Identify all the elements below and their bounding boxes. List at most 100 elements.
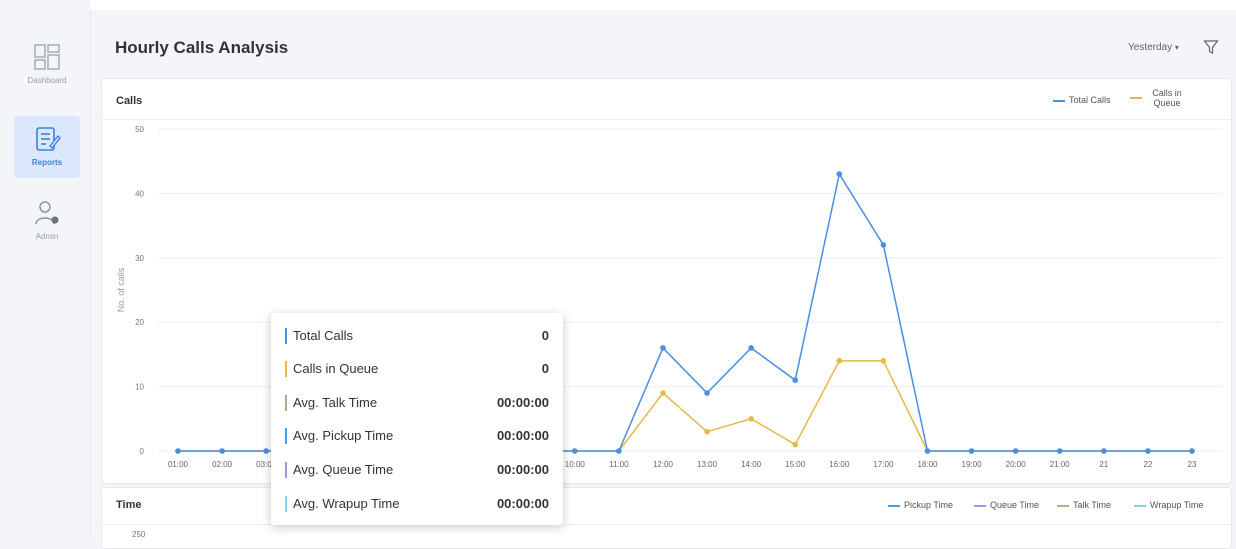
x-tick-label: 11:00 (609, 460, 629, 469)
data-point (924, 448, 931, 454)
y-tick-label: 50 (135, 125, 144, 134)
tooltip-swatch (285, 361, 287, 377)
tooltip-value: 00:00:00 (496, 395, 549, 410)
data-point (616, 448, 622, 454)
chart-tooltip: Total Calls 0 Calls in Queue 0 Avg. Talk… (271, 313, 563, 525)
sidebar: Dashboard Reports Admin (0, 0, 91, 537)
data-point (1189, 448, 1195, 454)
data-point (748, 416, 754, 422)
x-tick-label: 12:00 (653, 460, 674, 469)
data-point (792, 441, 799, 448)
legend-label: Talk Time (1073, 500, 1112, 510)
data-point (880, 242, 887, 248)
data-point (263, 448, 269, 454)
reports-icon (36, 127, 61, 151)
data-point (660, 345, 666, 351)
data-point (704, 428, 710, 435)
data-point (219, 448, 225, 454)
chevron-down-icon: ▾ (1174, 43, 1179, 52)
tooltip-label: Total Calls (293, 328, 353, 343)
tooltip-label: Avg. Wrapup Time (293, 496, 400, 511)
tooltip-label: Avg. Queue Time (293, 462, 394, 477)
date-range-dropdown[interactable]: Yesterday ▾ (1128, 42, 1179, 53)
x-tick-label: 02:00 (212, 460, 233, 469)
legend-label: Queue Time (990, 500, 1040, 510)
tooltip-row-calls-in-queue: Calls in Queue 0 (285, 357, 549, 381)
tooltip-row-avg-talk-time: Avg. Talk Time 00:00:00 (285, 391, 549, 415)
y-tick-label: 30 (135, 254, 144, 263)
data-point (968, 448, 975, 454)
y-tick-label: 20 (135, 318, 144, 327)
legend-label: Pickup Time (904, 500, 954, 510)
x-tick-label: 10:00 (565, 460, 586, 469)
legend-item-wrapup-time[interactable]: Wrapup Time (1134, 500, 1203, 510)
tooltip-swatch (285, 328, 287, 344)
data-point (1012, 448, 1019, 454)
sidebar-item-label: Admin (35, 232, 59, 241)
x-tick-label: 23 (1188, 460, 1197, 469)
data-point (836, 358, 843, 364)
y-tick-label: 10 (135, 383, 144, 392)
legend-swatch (1134, 504, 1146, 507)
tooltip-value: 00:00:00 (496, 462, 549, 477)
tooltip-swatch (285, 428, 287, 444)
tooltip-value: 0 (541, 328, 549, 343)
x-tick-label: 13:00 (697, 460, 718, 469)
data-point (175, 448, 181, 454)
data-point (1101, 448, 1107, 454)
x-tick-label: 21 (1099, 460, 1108, 469)
data-point (748, 345, 754, 351)
x-tick-label: 16:00 (829, 460, 850, 469)
data-point (836, 171, 843, 177)
sidebar-item-admin[interactable]: Admin (14, 190, 80, 252)
tooltip-label: Avg. Talk Time (293, 395, 378, 410)
y-tick-label: 250 (132, 530, 146, 539)
legend-item-queue-time[interactable]: Queue Time (974, 500, 1039, 510)
tooltip-swatch (285, 395, 287, 411)
admin-icon (35, 201, 59, 225)
y-axis-label: No. of calls (116, 267, 126, 312)
data-point (1145, 448, 1151, 454)
tooltip-swatch (285, 462, 287, 478)
tooltip-value: 00:00:00 (496, 428, 549, 443)
x-tick-label: 22 (1143, 460, 1152, 469)
x-tick-label: 15:00 (785, 460, 806, 469)
sidebar-item-label: Reports (31, 158, 63, 167)
legend-item-pickup-time[interactable]: Pickup Time (888, 500, 953, 510)
dashboard-icon (34, 44, 60, 70)
date-range-label: Yesterday (1128, 42, 1173, 53)
legend-item-talk-time[interactable]: Talk Time (1057, 500, 1111, 510)
tooltip-label: Avg. Pickup Time (293, 428, 394, 443)
legend-swatch (888, 504, 900, 507)
x-tick-label: 21:00 (1050, 460, 1071, 469)
x-tick-label: 14:00 (741, 460, 762, 469)
tooltip-swatch (285, 496, 287, 512)
tooltip-value: 0 (541, 361, 549, 376)
tooltip-row-avg-pickup-time: Avg. Pickup Time 00:00:00 (285, 424, 549, 448)
tooltip-label: Calls in Queue (293, 361, 379, 376)
data-point (571, 448, 578, 454)
page-title: Hourly Calls Analysis (115, 38, 289, 57)
sidebar-item-dashboard[interactable]: Dashboard (14, 34, 80, 96)
data-point (792, 377, 799, 383)
x-tick-label: 01:00 (168, 460, 189, 469)
data-point (1056, 448, 1063, 454)
y-tick-label: 40 (135, 189, 144, 198)
legend-label: Wrapup Time (1150, 500, 1204, 510)
x-tick-label: 17:00 (873, 460, 894, 469)
legend-swatch (974, 504, 986, 507)
y-tick-label: 0 (140, 447, 145, 456)
tooltip-row-avg-queue-time: Avg. Queue Time 00:00:00 (285, 458, 549, 482)
filter-icon[interactable] (1203, 39, 1219, 55)
data-point (660, 390, 666, 396)
tooltip-value: 00:00:00 (496, 496, 549, 511)
x-tick-label: 18:00 (917, 460, 938, 469)
sidebar-item-reports[interactable]: Reports (14, 116, 80, 178)
sidebar-item-label: Dashboard (27, 76, 67, 85)
data-point (880, 358, 887, 364)
x-tick-label: 19:00 (962, 460, 983, 469)
x-tick-label: 20:00 (1006, 460, 1027, 469)
data-point (704, 390, 710, 396)
legend-swatch (1057, 504, 1069, 507)
time-card-title: Time (116, 499, 142, 511)
